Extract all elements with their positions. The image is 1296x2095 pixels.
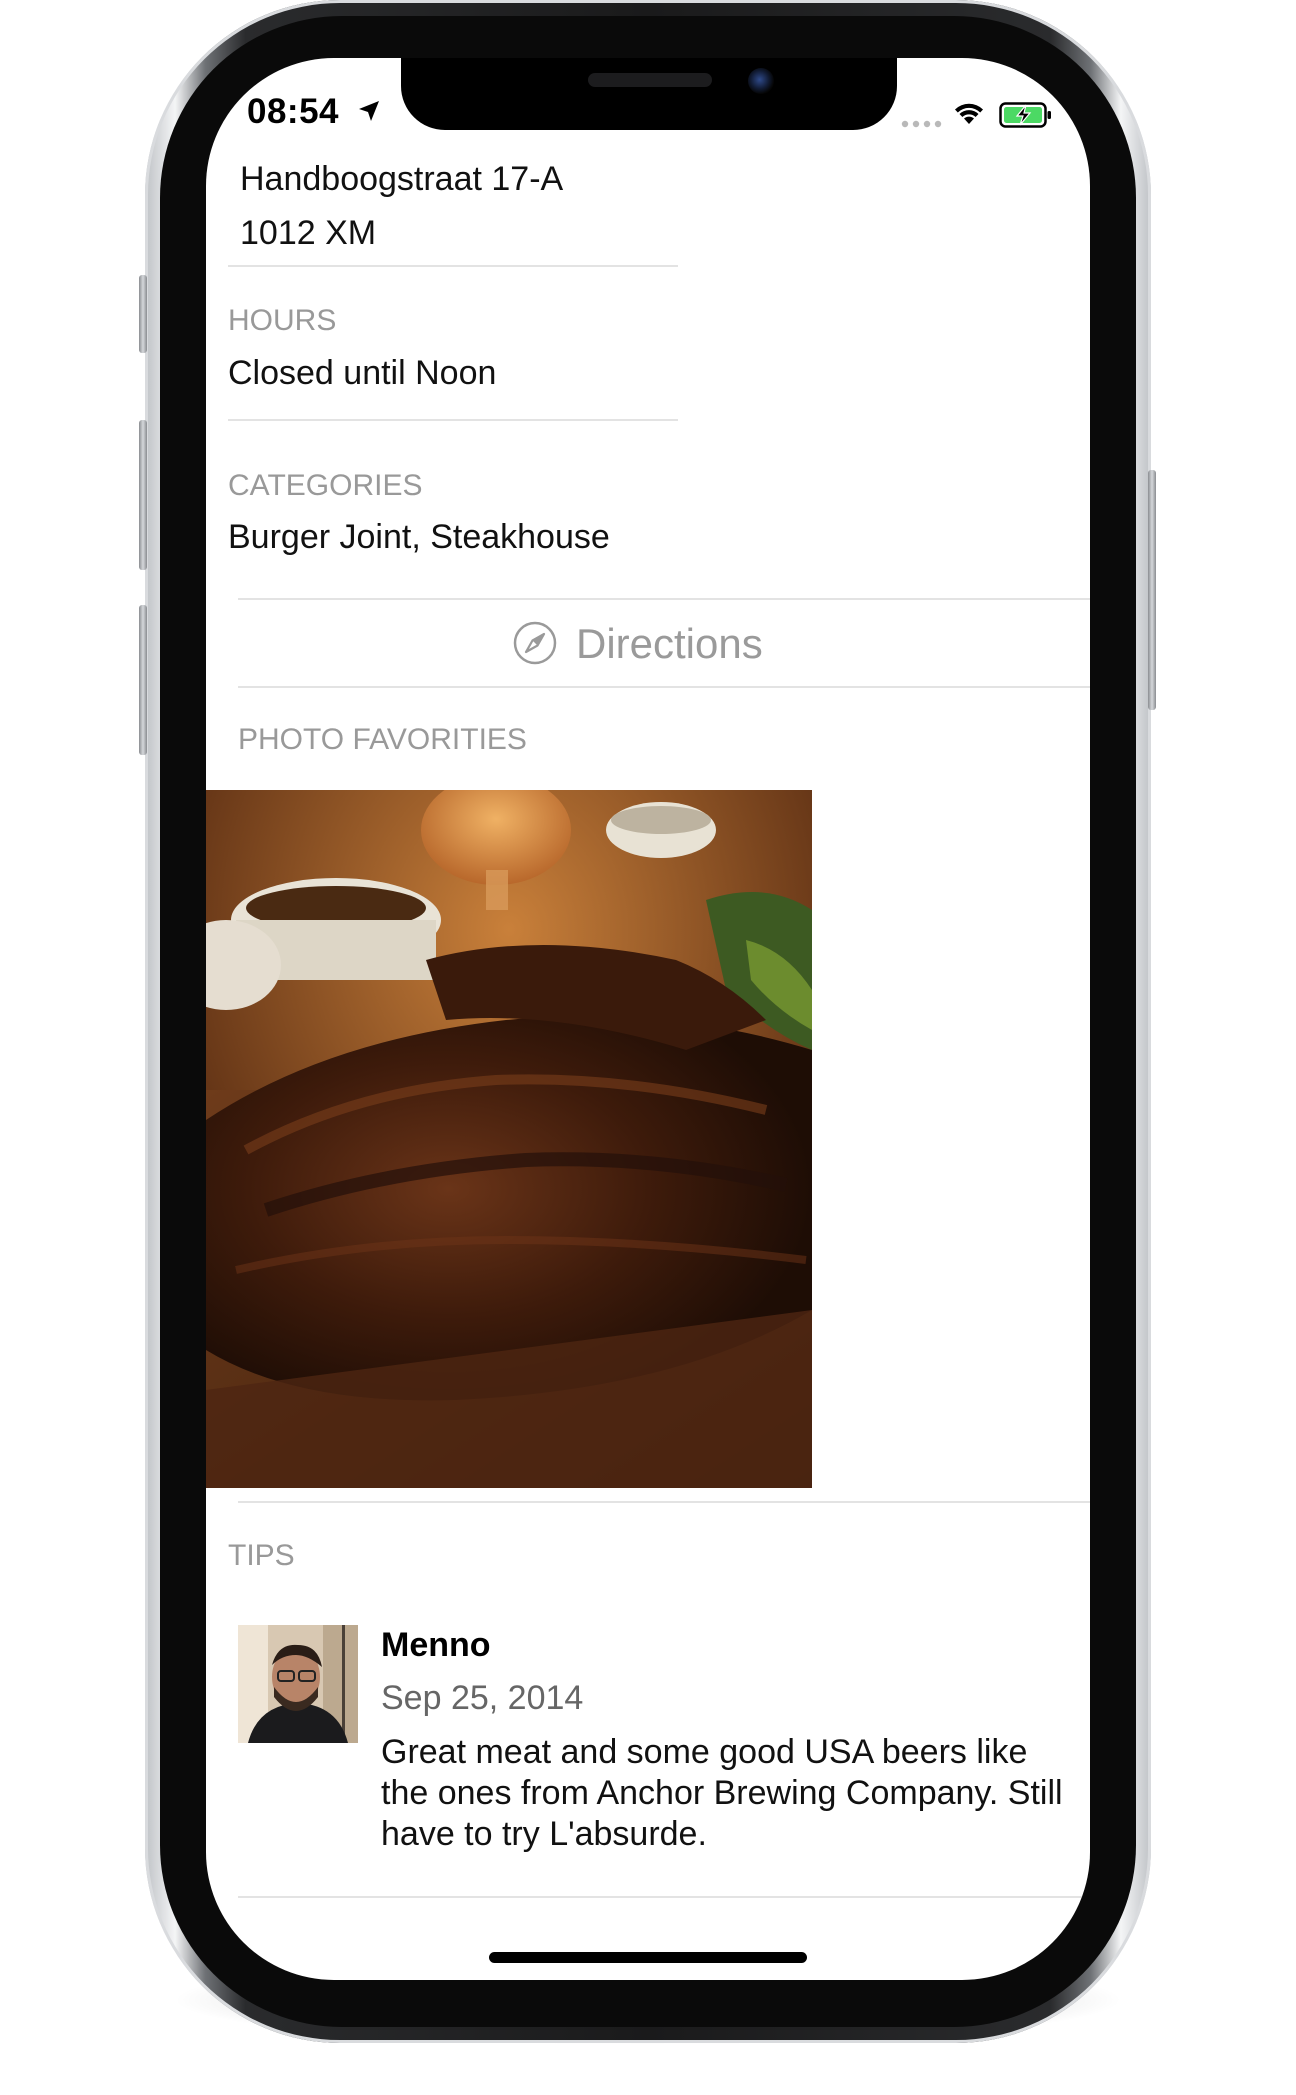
front-camera — [748, 68, 774, 94]
location-arrow-icon — [359, 101, 379, 121]
directions-button[interactable]: Directions — [238, 600, 1090, 688]
food-photo[interactable] — [206, 790, 812, 1488]
tips-label: TIPS — [228, 1539, 295, 1572]
address-postal-code: 1012 XM — [240, 214, 377, 252]
speaker-grille — [588, 73, 712, 87]
avatar[interactable] — [238, 1625, 358, 1743]
volume-down-button — [139, 605, 147, 755]
avatar-image — [238, 1625, 358, 1743]
volume-up-button — [139, 420, 147, 570]
separator — [228, 419, 678, 421]
directions-label: Directions — [576, 620, 763, 667]
tip-date: Sep 25, 2014 — [381, 1679, 584, 1717]
wifi-icon — [955, 103, 983, 124]
tip-author-name: Menno — [381, 1626, 491, 1664]
separator — [228, 265, 678, 267]
categories-label: CATEGORIES — [228, 469, 423, 502]
address-street: Handboogstraat 17-A — [240, 160, 564, 198]
separator — [238, 1896, 1090, 1898]
status-time: 08:54 — [247, 92, 340, 131]
phone-screen: 08:54 Handboogstraat 17-A 1012 XM HOURS … — [206, 58, 1090, 1980]
compass-icon — [513, 621, 557, 665]
power-button — [1148, 470, 1156, 710]
hours-value: Closed until Noon — [228, 354, 497, 392]
separator — [238, 686, 1090, 688]
cellular-signal-icon — [901, 120, 942, 128]
silent-switch — [139, 275, 147, 353]
categories-value: Burger Joint, Steakhouse — [228, 518, 610, 556]
photo-favorites-label: PHOTO FAVORITIES — [238, 723, 527, 756]
notch — [401, 58, 897, 130]
home-indicator[interactable] — [489, 1952, 807, 1963]
battery-charging-icon — [999, 102, 1051, 128]
food-photo-image — [206, 790, 812, 1488]
separator — [238, 1501, 1090, 1503]
hours-label: HOURS — [228, 304, 337, 337]
tip-text: Great meat and some good USA beers like … — [381, 1733, 1063, 1853]
